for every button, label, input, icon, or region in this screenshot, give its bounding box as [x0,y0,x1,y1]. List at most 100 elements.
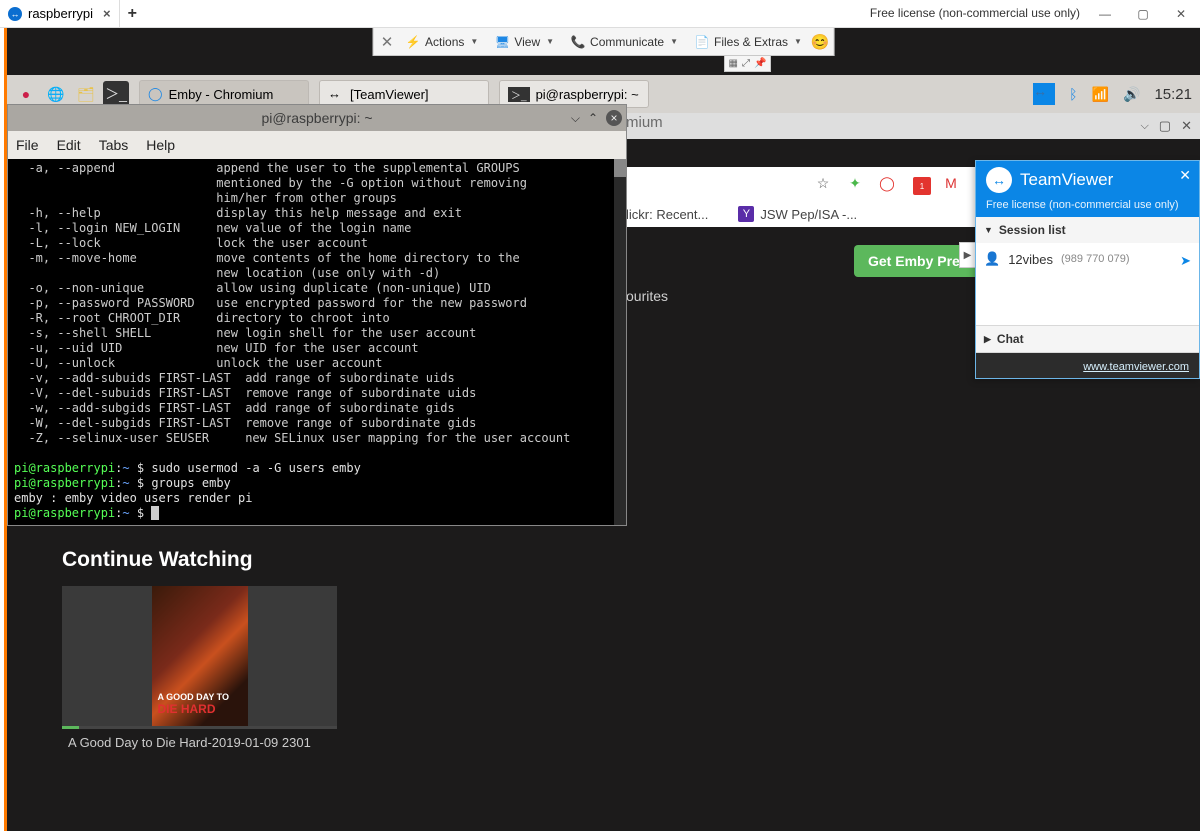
bookmarks-bar: lickr: Recent... Y JSW Pep/ISA -... [626,206,857,222]
session-list-section: ▼ Session list 👤 12vibes (989 770 079) ➤ [976,217,1199,326]
terminal-titlebar[interactable]: pi@raspberrypi: ~ ⌵ ⌃ × [8,105,626,131]
chat-label: Chat [997,332,1024,346]
favorites-fragment[interactable]: ourites [626,288,668,304]
terminal-menubar: File Edit Tabs Help [8,131,626,159]
chromium-close[interactable]: ✕ [1181,118,1192,134]
menu-tabs[interactable]: Tabs [99,137,129,153]
grid-icon: ▦ [729,58,738,69]
task-label: Emby - Chromium [169,87,274,102]
files-icon: 📄 [694,34,710,50]
bookmark-label: lickr: Recent... [626,207,708,222]
task-label: [TeamViewer] [350,87,429,102]
host-license-text: Free license (non-commercial use only) [870,6,1080,20]
session-toolbar: ✕ ⚡ Actions ▼ 🖥 View ▼ 📞 Communicate ▼ 📄… [372,28,835,56]
session-id: (989 770 079) [1061,253,1130,265]
system-tray: ↔ ᛒ 📶 🔊 15:21 [1033,83,1192,105]
movie-poster: A GOOD DAY TO DIE HARD [62,586,337,726]
chevron-down-icon: ▼ [984,225,993,235]
toolbar-pin-tray[interactable]: ▦ ⤢ 📌 [724,56,772,72]
actions-menu[interactable]: ⚡ Actions ▼ [399,32,484,52]
bookmark-flickr[interactable]: lickr: Recent... [626,207,708,222]
teamviewer-icon: ↔ [8,7,22,21]
chromium-maximize[interactable]: ▢ [1159,118,1171,134]
panel-license-text: Free license (non-commercial use only) [976,199,1199,217]
lightning-icon: ⚡ [405,34,421,50]
host-tab-label: raspberrypi [28,6,93,21]
task-label: pi@raspberrypi: ~ [536,87,639,102]
bookmark-jsw[interactable]: Y JSW Pep/ISA -... [738,206,857,222]
communicate-label: Communicate [590,35,664,49]
view-menu[interactable]: 🖥 View ▼ [488,32,560,52]
teamviewer-link[interactable]: www.teamviewer.com [1083,361,1189,373]
movie-title: A Good Day to Die Hard-2019-01-09 2301 [62,735,337,750]
badge-icon[interactable]: ◆1 [910,174,928,192]
chat-section: ▶ Chat [976,326,1199,353]
evernote-icon[interactable]: ✦ [846,174,864,192]
terminal-icon: ＞_ [508,87,530,102]
close-button[interactable]: ✕ [1162,0,1200,28]
continue-watching-card[interactable]: A GOOD DAY TO DIE HARD A Good Day to Die… [62,586,337,750]
yahoo-icon: Y [738,206,754,222]
menu-file[interactable]: File [16,137,39,153]
communicate-menu[interactable]: 📞 Communicate ▼ [564,32,684,52]
clock[interactable]: 15:21 [1154,86,1192,103]
close-session-icon[interactable]: ✕ [379,34,395,50]
host-window-controls: — ▢ ✕ [1086,0,1200,28]
minimize-button[interactable]: — [1086,0,1124,28]
chevron-down-icon: ▼ [470,37,478,46]
terminal-maximize[interactable]: ⌃ [588,111,598,125]
chrome-icon: ◯ [148,86,163,102]
close-icon[interactable]: × [103,6,111,21]
expand-icon: ⤢ [742,58,750,69]
watch-progress-bar [62,726,337,729]
session-item[interactable]: 👤 12vibes (989 770 079) ➤ [976,243,1199,275]
chevron-right-icon: ▶ [984,334,991,345]
actions-label: Actions [425,35,464,49]
panel-header: ↔ TeamViewer ✕ [976,161,1199,199]
view-label: View [514,35,540,49]
host-connection-tab[interactable]: ↔ raspberrypi × [0,0,120,27]
continue-watching-heading: Continue Watching [62,548,337,572]
remote-screen: ✕ ⚡ Actions ▼ 🖥 View ▼ 📞 Communicate ▼ 📄… [4,28,1200,831]
chevron-down-icon: ▼ [794,37,802,46]
teamviewer-logo-icon: ↔ [986,167,1012,193]
teamviewer-tray-icon[interactable]: ↔ [1033,83,1055,105]
pin-icon: 📌 [754,58,766,69]
continue-watching-section: Continue Watching A GOOD DAY TO DIE HARD… [62,548,337,750]
chromium-title-fragment: mium [626,114,663,131]
gmail-icon[interactable]: M [942,174,960,192]
star-icon[interactable]: ☆ [814,174,832,192]
wifi-icon[interactable]: 📶 [1092,86,1109,103]
terminal-output[interactable]: -a, --append append the user to the supp… [8,159,626,525]
chevron-down-icon: ▼ [670,37,678,46]
terminal-minimize[interactable]: ⌵ [571,111,580,126]
chat-header[interactable]: ▶ Chat [976,326,1199,352]
chevron-down-icon: ▼ [546,37,554,46]
panel-brand: TeamViewer [1020,170,1113,190]
phone-icon: 📞 [570,34,586,50]
teamviewer-icon: ↔ [328,86,344,102]
feedback-icon[interactable]: 😊 [812,34,828,50]
monitor-icon: 🖥 [494,34,510,50]
poster-title: DIE HARD [158,703,230,716]
close-icon[interactable]: ✕ [1179,167,1191,184]
files-extras-menu[interactable]: 📄 Files & Extras ▼ [688,32,808,52]
menu-edit[interactable]: Edit [57,137,81,153]
terminal-close[interactable]: × [606,110,622,126]
maximize-button[interactable]: ▢ [1124,0,1162,28]
files-extras-label: Files & Extras [714,35,788,49]
volume-icon[interactable]: 🔊 [1123,86,1140,103]
panel-footer: www.teamviewer.com [976,353,1199,378]
session-list-header[interactable]: ▼ Session list [976,217,1199,243]
bookmark-label: JSW Pep/ISA -... [760,207,857,222]
new-tab-button[interactable]: + [120,5,145,23]
terminal-title-text: pi@raspberrypi: ~ [261,110,372,126]
chromium-ext-icons: ☆ ✦ ◯ ◆1 M [814,174,960,192]
user-icon: 👤 [984,251,1000,267]
menu-help[interactable]: Help [146,137,175,153]
opera-icon[interactable]: ◯ [878,174,896,192]
panel-collapse-handle[interactable]: ▶ [959,242,975,268]
chromium-minimize[interactable]: ⌵ [1140,120,1148,133]
bluetooth-icon[interactable]: ᛒ [1069,86,1077,102]
session-name: 12vibes [1008,252,1053,267]
